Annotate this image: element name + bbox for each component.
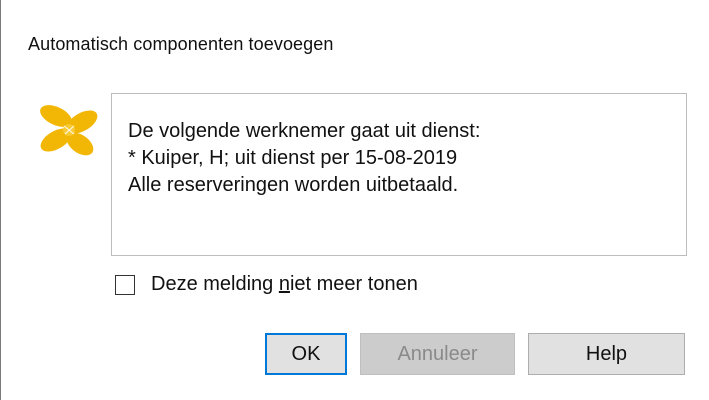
ok-button[interactable]: OK: [265, 333, 347, 375]
message-line-2: * Kuiper, H; uit dienst per 15-08-2019: [128, 147, 458, 169]
dont-show-again-label[interactable]: Deze melding niet meer tonen: [151, 273, 418, 296]
dialog-window: Automatisch componenten toevoegen De vol…: [0, 0, 709, 400]
app-logo-icon: [40, 105, 98, 156]
dont-show-again-checkbox[interactable]: [115, 274, 135, 295]
cancel-button[interactable]: Annuleer: [360, 333, 515, 375]
window-border: [0, 0, 1, 400]
message-text: De volgende werknemer gaat uit dienst: *…: [128, 118, 480, 199]
help-button[interactable]: Help: [528, 333, 685, 375]
message-line-1: De volgende werknemer gaat uit dienst:: [128, 120, 481, 142]
message-line-3: Alle reserveringen worden uitbetaald.: [128, 174, 459, 196]
message-box: De volgende werknemer gaat uit dienst: *…: [111, 93, 687, 256]
dont-show-again-row[interactable]: Deze melding niet meer tonen: [115, 273, 418, 296]
dialog-title: Automatisch componenten toevoegen: [28, 34, 334, 54]
